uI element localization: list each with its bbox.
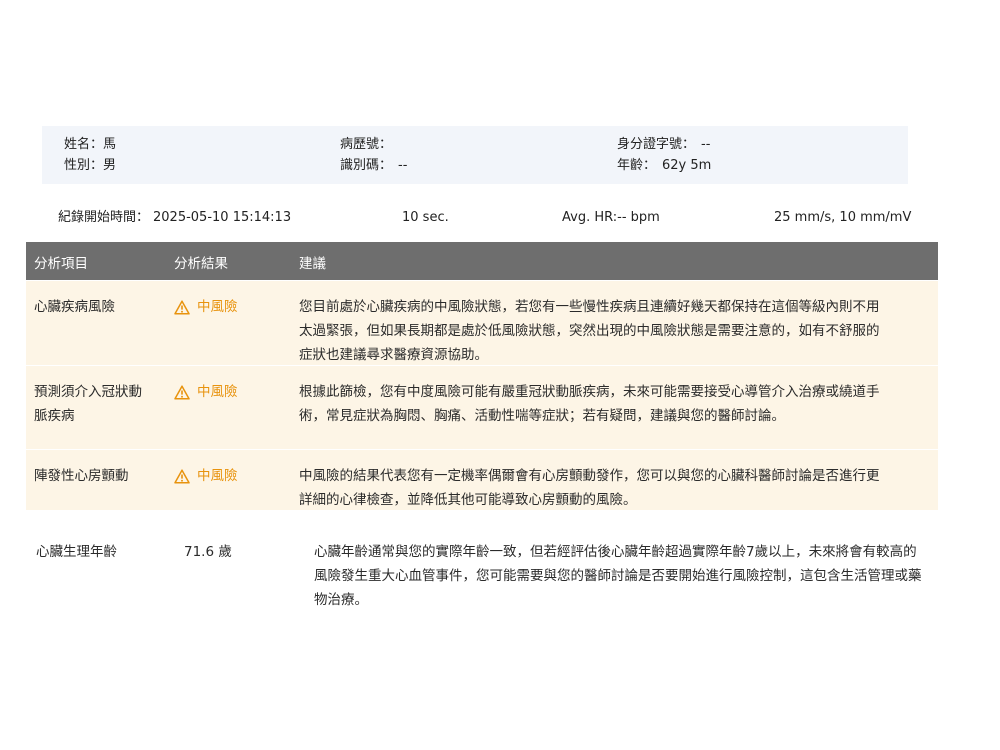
record-no-label: 病歷號：	[340, 137, 393, 152]
patient-record-no: 病歷號：	[340, 135, 392, 155]
row-advice: 中風險的結果代表您有一定機率偶爾會有心房顫動發作，您可以與您的心臟科醫師討論是否…	[299, 468, 880, 508]
table-row: 陣發性心房顫動 中風險 中風險的結果代表您有一定機率偶爾會有心房顫動發作，您可以…	[26, 449, 938, 510]
heart-age-label: 心臟生理年齡	[36, 544, 117, 560]
gender-label: 性別：	[64, 158, 104, 173]
warning-triangle-icon	[174, 299, 190, 315]
ecg-scale: 25 mm/s, 10 mm/mV	[774, 210, 912, 225]
row-advice: 您目前處於心臟疾病的中風險狀態，若您有一些慢性疾病且連續好幾天都保持在這個等級內…	[299, 299, 880, 363]
header-result: 分析結果	[174, 256, 228, 272]
patient-name: 姓名：馬	[64, 135, 116, 155]
row-item: 陣發性心房顫動	[34, 468, 129, 484]
gender-value: 男	[103, 158, 117, 173]
table-header: 分析項目 分析結果 建議	[26, 242, 938, 280]
patient-info-box: 姓名：馬 性別：男 病歷號： 識別碼： -- 身分證字號： -- 年齡： 62y 5m	[42, 126, 908, 184]
name-label: 姓名：	[64, 137, 104, 152]
patient-id-code: 識別碼： --	[340, 156, 407, 176]
row-item: 心臟疾病風險	[34, 299, 115, 315]
avg-heart-rate: Avg. HR:-- bpm	[562, 210, 660, 225]
heart-age-section: 心臟生理年齡 71.6 歲 心臟年齡通常與您的實際年齡一致，但若經評估後心臟年齡…	[26, 532, 938, 622]
row-result: 中風險	[174, 295, 238, 319]
table-row: 預測須介入冠狀動脈疾病 中風險 根據此篩檢，您有中度風險可能有嚴重冠狀動脈疾病，…	[26, 365, 938, 449]
age-value: 62y 5m	[662, 158, 712, 173]
warning-triangle-icon	[174, 384, 190, 400]
national-id-label: 身分證字號：	[617, 137, 696, 152]
risk-label: 中風險	[197, 384, 238, 400]
header-advice: 建議	[299, 256, 326, 272]
age-label: 年齡：	[617, 158, 657, 173]
patient-national-id: 身分證字號： --	[617, 135, 710, 155]
name-value: 馬	[103, 137, 117, 152]
id-code-value: --	[398, 158, 408, 173]
id-code-label: 識別碼：	[340, 158, 393, 173]
record-start: 紀錄開始時間： 2025-05-10 15:14:13	[58, 208, 291, 228]
warning-triangle-icon	[174, 468, 190, 484]
analysis-table: 分析項目 分析結果 建議 心臟疾病風險 中風險 您目前處於心臟疾病的中風險狀態，…	[26, 242, 938, 510]
row-advice: 根據此篩檢，您有中度風險可能有嚴重冠狀動脈疾病，未來可能需要接受心導管介入治療或…	[299, 384, 880, 424]
risk-label: 中風險	[197, 299, 238, 315]
table-row: 心臟疾病風險 中風險 您目前處於心臟疾病的中風險狀態，若您有一些慢性疾病且連續好…	[26, 280, 938, 365]
heart-age-value: 71.6 歲	[184, 544, 232, 560]
record-start-label: 紀錄開始時間：	[58, 210, 150, 225]
patient-gender: 性別：男	[64, 156, 116, 176]
row-item: 預測須介入冠狀動脈疾病	[34, 384, 142, 424]
record-start-value: 2025-05-10 15:14:13	[153, 210, 292, 225]
risk-label: 中風險	[197, 468, 238, 484]
heart-age-advice: 心臟年齡通常與您的實際年齡一致，但若經評估後心臟年齡超過實際年齡7歲以上，未來將…	[314, 544, 922, 608]
row-result: 中風險	[174, 464, 238, 488]
row-result: 中風險	[174, 380, 238, 404]
header-item: 分析項目	[34, 256, 88, 272]
record-duration: 10 sec.	[402, 210, 449, 225]
national-id-value: --	[701, 137, 711, 152]
patient-age: 年齡： 62y 5m	[617, 156, 711, 176]
